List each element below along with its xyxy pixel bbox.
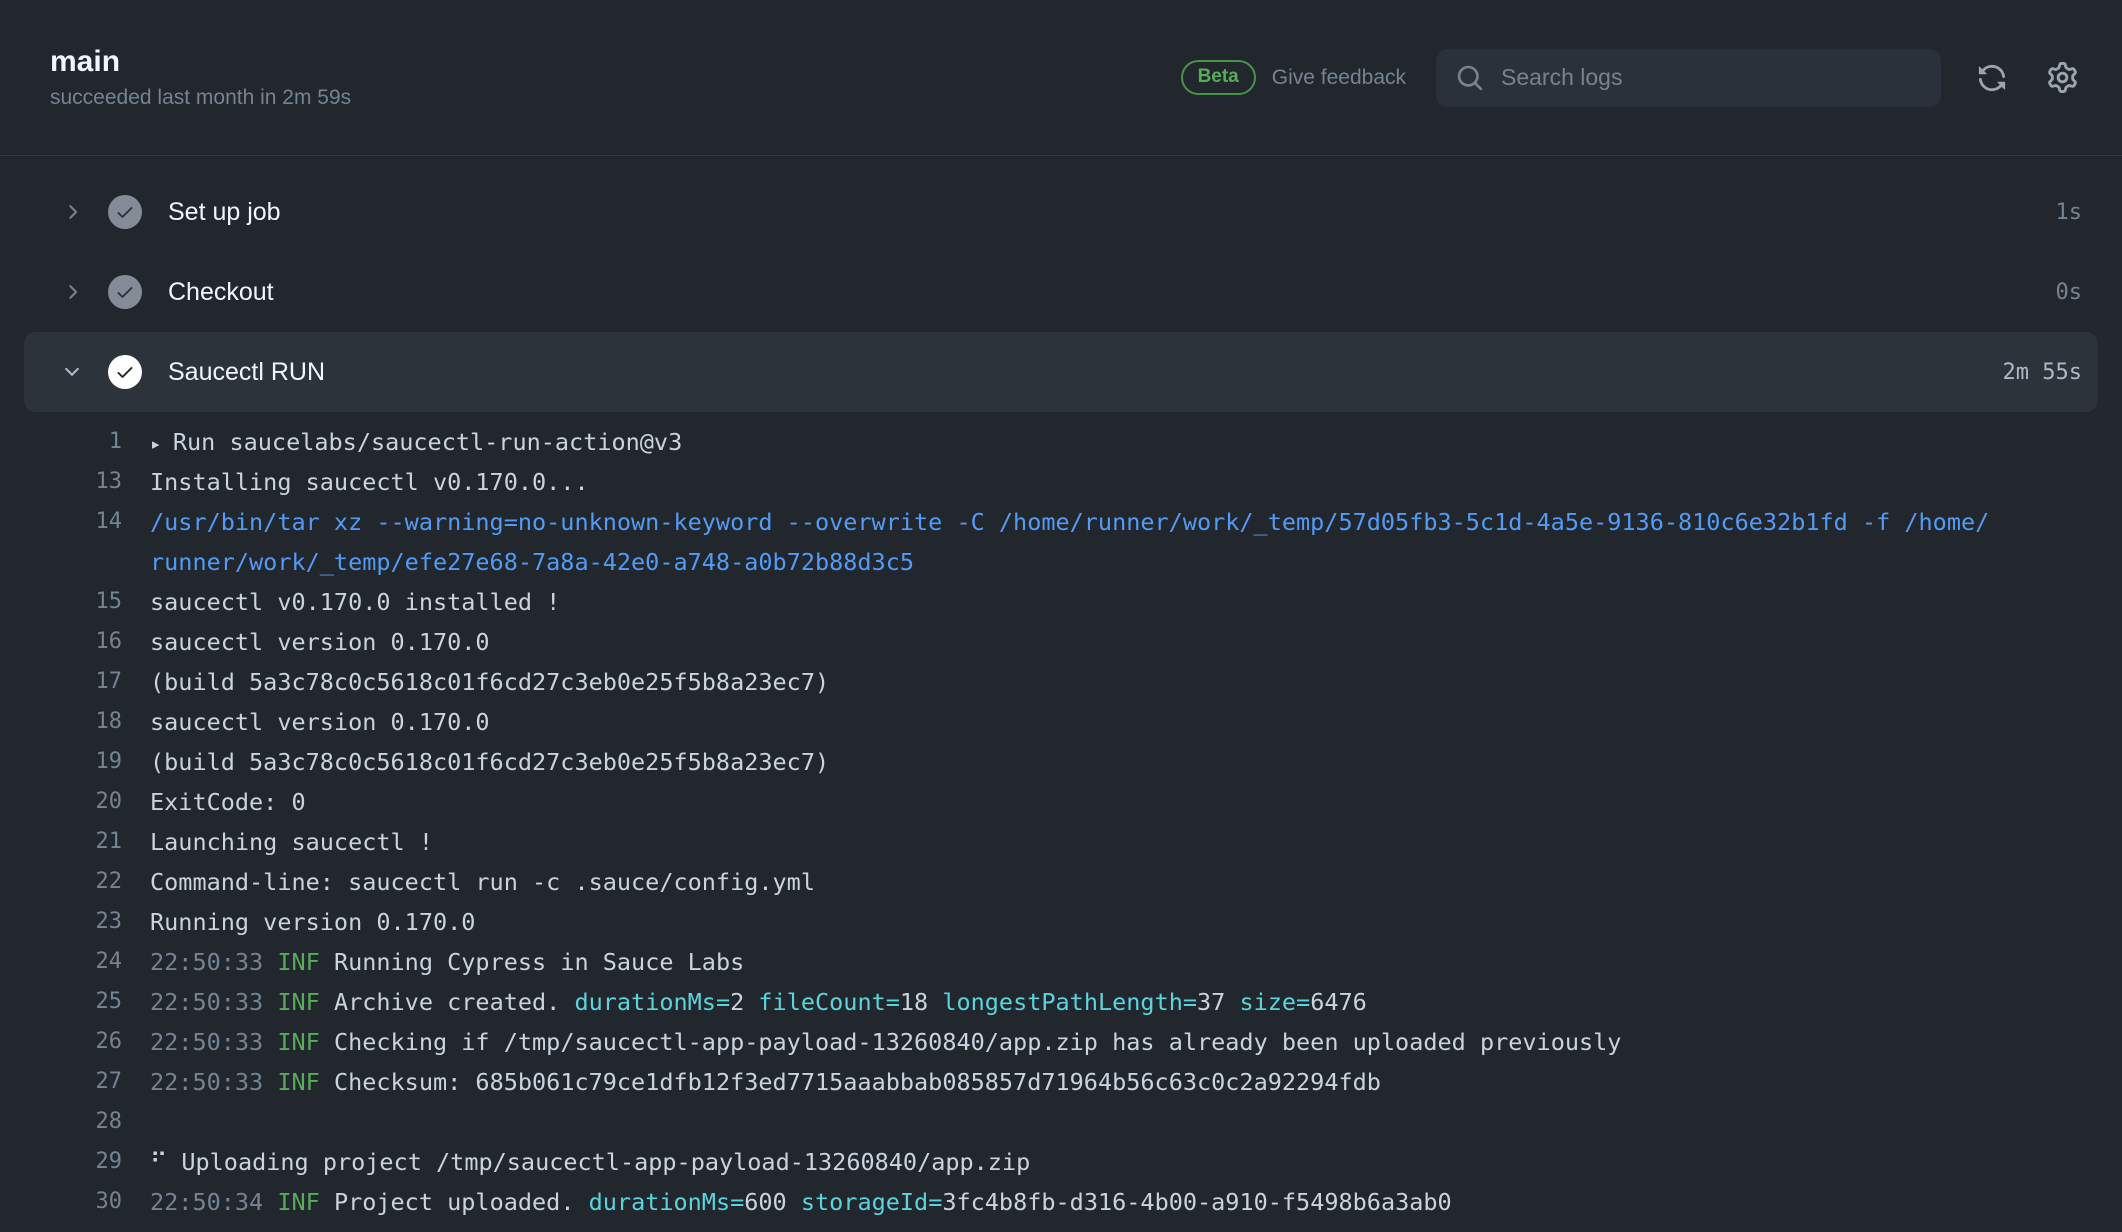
log-line: 18 saucectl version 0.170.0 bbox=[0, 702, 2122, 742]
step-duration: 1s bbox=[2056, 200, 2083, 225]
log-line: 20 ExitCode: 0 bbox=[0, 782, 2122, 822]
log-text: 22:50:33 INF Running Cypress in Sauce La… bbox=[150, 942, 744, 982]
log-text: ExitCode: 0 bbox=[150, 782, 306, 822]
log-line: 29 ⠋ Uploading project /tmp/saucectl-app-… bbox=[0, 1142, 2122, 1182]
gear-icon bbox=[2047, 62, 2078, 93]
steps-list: Set up job1sCheckout0sSaucectl RUN2m 55s bbox=[0, 156, 2122, 412]
header-actions: Beta Give feedback bbox=[1181, 49, 2078, 107]
chevron-right-icon[interactable] bbox=[60, 280, 84, 304]
line-number[interactable]: 18 bbox=[0, 702, 122, 742]
give-feedback-link[interactable]: Give feedback bbox=[1272, 66, 1406, 90]
chevron-down-icon[interactable] bbox=[60, 360, 84, 384]
line-number[interactable]: 26 bbox=[0, 1022, 122, 1062]
beta-badge: Beta bbox=[1181, 60, 1256, 95]
log-text: saucectl v0.170.0 installed ! bbox=[150, 582, 560, 622]
line-number[interactable]: 23 bbox=[0, 902, 122, 942]
step-label: Saucectl RUN bbox=[168, 358, 2003, 387]
chevron-right-icon[interactable] bbox=[60, 200, 84, 224]
log-text: Command-line: saucectl run -c .sauce/con… bbox=[150, 862, 815, 902]
check-circle-icon bbox=[108, 275, 142, 309]
log-text: saucectl version 0.170.0 bbox=[150, 622, 490, 662]
log-line: 30 22:50:34 INF Project uploaded. duratio… bbox=[0, 1182, 2122, 1222]
log-text: Running version 0.170.0 bbox=[150, 902, 475, 942]
log-line: 13 Installing saucectl v0.170.0... bbox=[0, 462, 2122, 502]
log-text: Installing saucectl v0.170.0... bbox=[150, 462, 589, 502]
log-text: Launching saucectl ! bbox=[150, 822, 433, 862]
line-number[interactable]: 22 bbox=[0, 862, 122, 902]
log-text: /usr/bin/tar xz --warning=no-unknown-key… bbox=[150, 502, 1989, 542]
step-duration: 2m 55s bbox=[2003, 360, 2082, 385]
line-number[interactable]: 16 bbox=[0, 622, 122, 662]
line-number[interactable]: 30 bbox=[0, 1182, 122, 1222]
log-text: runner/work/_temp/efe27e68-7a8a-42e0-a74… bbox=[150, 542, 914, 582]
search-input[interactable] bbox=[1499, 63, 1921, 92]
log-line: 14/usr/bin/tar xz --warning=no-unknown-k… bbox=[0, 502, 2122, 542]
job-header: main succeeded last month in 2m 59s bbox=[50, 47, 351, 108]
log-line: 15 saucectl v0.170.0 installed ! bbox=[0, 582, 2122, 622]
line-number[interactable]: 24 bbox=[0, 942, 122, 982]
line-number[interactable]: 25 bbox=[0, 982, 122, 1022]
log-text: saucectl version 0.170.0 bbox=[150, 702, 490, 742]
settings-button[interactable] bbox=[2047, 62, 2078, 93]
log-group-toggle[interactable]: ▸ Run saucelabs/saucectl-run-action@v3 bbox=[150, 422, 682, 462]
log-line: 16 saucectl version 0.170.0 bbox=[0, 622, 2122, 662]
log-lines: 1▸ Run saucelabs/saucectl-run-action@v31… bbox=[0, 412, 2122, 1222]
log-text: 22:50:34 INF Project uploaded. durationM… bbox=[150, 1182, 1452, 1222]
log-line: 28 bbox=[0, 1102, 2122, 1142]
line-number[interactable]: 17 bbox=[0, 662, 122, 702]
log-line: 24 22:50:33 INF Running Cypress in Sauce … bbox=[0, 942, 2122, 982]
status-subtitle: succeeded last month in 2m 59s bbox=[50, 87, 351, 108]
log-text: (build 5a3c78c0c5618c01f6cd27c3eb0e25f5b… bbox=[150, 742, 829, 782]
log-text: 22:50:33 INF Archive created. durationMs… bbox=[150, 982, 1367, 1022]
check-circle-icon bbox=[108, 195, 142, 229]
log-text: ⠋ Uploading project /tmp/saucectl-app-pa… bbox=[150, 1142, 1030, 1182]
refresh-button[interactable] bbox=[1977, 63, 2007, 93]
line-number[interactable]: 21 bbox=[0, 822, 122, 862]
step-label: Checkout bbox=[168, 278, 2056, 307]
log-line: 1 ▸ Run saucelabs/saucectl-run-action@v3 bbox=[0, 422, 2122, 462]
log-line: 19 (build 5a3c78c0c5618c01f6cd27c3eb0e25f… bbox=[0, 742, 2122, 782]
line-number[interactable]: 13 bbox=[0, 462, 122, 502]
log-line: 22 Command-line: saucectl run -c .sauce/c… bbox=[0, 862, 2122, 902]
line-number[interactable]: 15 bbox=[0, 582, 122, 622]
line-number[interactable]: 28 bbox=[0, 1102, 122, 1142]
line-number[interactable]: 20 bbox=[0, 782, 122, 822]
log-text: 22:50:33 INF Checksum: 685b061c79ce1dfb1… bbox=[150, 1062, 1381, 1102]
step-row-checkout[interactable]: Checkout0s bbox=[24, 252, 2098, 332]
log-line: 23 Running version 0.170.0 bbox=[0, 902, 2122, 942]
search-box[interactable] bbox=[1436, 49, 1941, 107]
step-row-saucectl-run[interactable]: Saucectl RUN2m 55s bbox=[24, 332, 2098, 412]
line-number[interactable]: 19 bbox=[0, 742, 122, 782]
log-text: 22:50:33 INF Checking if /tmp/saucectl-a… bbox=[150, 1022, 1621, 1062]
line-number[interactable]: 29 bbox=[0, 1142, 122, 1182]
log-text: (build 5a3c78c0c5618c01f6cd27c3eb0e25f5b… bbox=[150, 662, 829, 702]
step-row-set-up-job[interactable]: Set up job1s bbox=[24, 172, 2098, 252]
line-number[interactable] bbox=[0, 542, 122, 582]
line-number[interactable]: 14 bbox=[0, 502, 122, 542]
page-title: main bbox=[50, 47, 351, 77]
search-icon bbox=[1456, 64, 1484, 92]
log-line: runner/work/_temp/efe27e68-7a8a-42e0-a74… bbox=[0, 542, 2122, 582]
step-duration: 0s bbox=[2056, 280, 2083, 305]
log-line: 26 22:50:33 INF Checking if /tmp/saucectl… bbox=[0, 1022, 2122, 1062]
step-label: Set up job bbox=[168, 198, 2056, 227]
line-number[interactable]: 27 bbox=[0, 1062, 122, 1102]
header: main succeeded last month in 2m 59s Beta… bbox=[0, 0, 2122, 156]
log-line: 27 22:50:33 INF Checksum: 685b061c79ce1df… bbox=[0, 1062, 2122, 1102]
log-line: 17 (build 5a3c78c0c5618c01f6cd27c3eb0e25f… bbox=[0, 662, 2122, 702]
sync-icon bbox=[1977, 63, 2007, 93]
line-number[interactable]: 1 bbox=[0, 422, 122, 462]
log-line: 21 Launching saucectl ! bbox=[0, 822, 2122, 862]
log-line: 25 22:50:33 INF Archive created. duration… bbox=[0, 982, 2122, 1022]
check-circle-icon bbox=[108, 355, 142, 389]
